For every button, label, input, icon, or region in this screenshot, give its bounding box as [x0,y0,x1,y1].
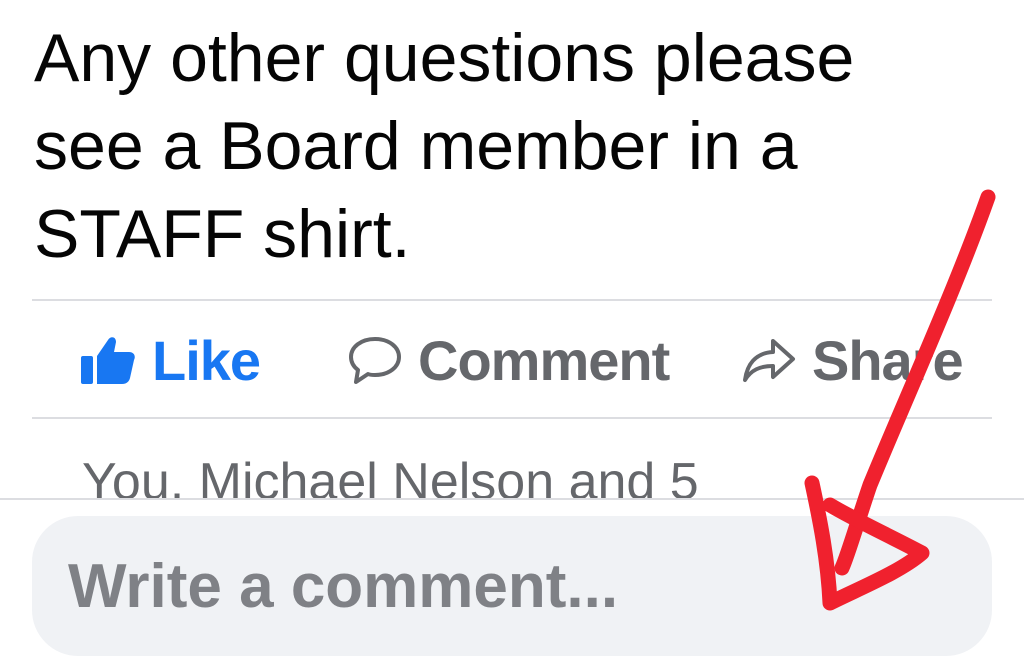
post-body: Any other questions please see a Board m… [34,14,994,278]
like-button[interactable]: Like [80,328,261,392]
share-label: Share [812,328,964,392]
post-action-bar: Like Comment Share [0,302,1024,418]
comment-label: Comment [418,328,670,392]
comment-input[interactable] [32,516,992,656]
divider-middle [32,417,992,419]
post-text-line: see a Board member in a [34,108,798,184]
thumbs-up-icon [80,334,136,386]
post-view: Any other questions please see a Board m… [0,0,1024,669]
divider-top [32,299,992,301]
comment-button[interactable]: Comment [348,328,670,392]
post-text-line: STAFF shirt. [34,196,411,272]
speech-bubble-icon [348,335,402,385]
like-label: Like [152,328,261,392]
share-button[interactable]: Share [742,328,964,392]
post-text-line: Any other questions please [34,20,855,96]
divider-composer [0,498,1024,500]
share-arrow-icon [742,335,796,385]
